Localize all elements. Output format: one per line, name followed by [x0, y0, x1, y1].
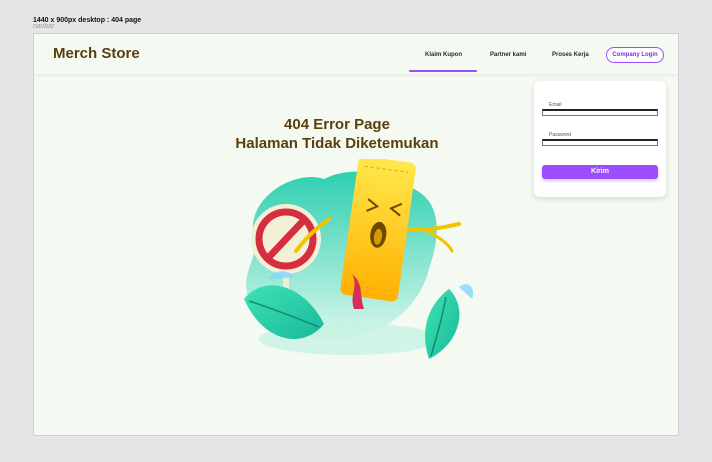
nav-link-proses-kerja[interactable]: Proses Kerja: [552, 52, 589, 58]
page-frame: Merch Store Klaim Kupon Partner kami Pro…: [33, 33, 679, 436]
canvas-ghost-label: navbar: [33, 23, 55, 30]
email-field[interactable]: [542, 109, 658, 116]
company-login-button[interactable]: Company Login: [606, 47, 664, 63]
error-title: 404 Error Page: [284, 116, 390, 133]
nav-link-partner-kami[interactable]: Partner kami: [490, 52, 526, 58]
nav-link-klaim-kupon[interactable]: Klaim Kupon: [425, 52, 462, 58]
email-label: Email: [549, 102, 562, 108]
active-nav-indicator: [409, 70, 477, 72]
error-illustration: [244, 159, 474, 359]
brand-logo[interactable]: Merch Store: [53, 45, 140, 62]
navbar: Merch Store Klaim Kupon Partner kami Pro…: [34, 34, 678, 74]
error-subtitle: Halaman Tidak Diketemukan: [235, 135, 439, 152]
kirim-button[interactable]: Kirim: [542, 165, 658, 179]
